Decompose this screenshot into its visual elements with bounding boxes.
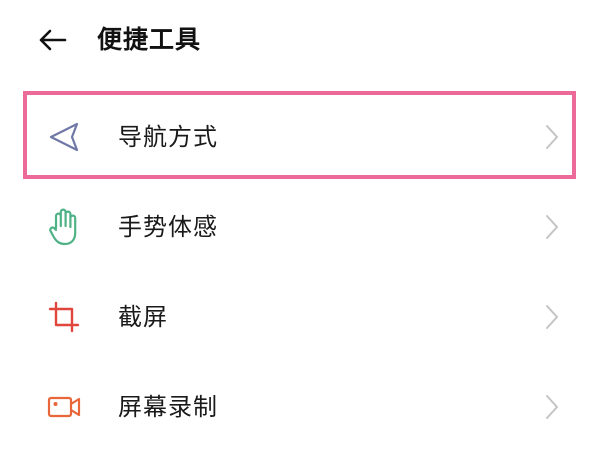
list-item-screenshot[interactable]: 截屏: [0, 272, 600, 362]
list-item-navigation-mode[interactable]: 导航方式: [0, 92, 600, 182]
hand-gesture-icon: [44, 208, 84, 246]
list-item-screen-recording[interactable]: 屏幕录制: [0, 362, 600, 450]
list-item-label: 导航方式: [118, 123, 218, 151]
list-item-gestures[interactable]: 手势体感: [0, 182, 600, 272]
settings-screen: 便捷工具 导航方式 手势体感 截屏 屏幕录制: [0, 0, 600, 450]
arrow-left-icon: [39, 29, 67, 51]
chevron-right-icon: [540, 302, 564, 332]
list-item-label: 截屏: [118, 303, 168, 331]
chevron-right-icon: [540, 392, 564, 422]
navigation-triangle-icon: [44, 119, 84, 155]
crop-icon: [44, 299, 84, 335]
chevron-right-icon: [540, 122, 564, 152]
chevron-right-icon: [540, 212, 564, 242]
list-item-label: 手势体感: [118, 213, 218, 241]
header-bar: 便捷工具: [0, 0, 600, 80]
back-button[interactable]: [30, 22, 74, 58]
settings-list: 导航方式 手势体感 截屏 屏幕录制: [0, 92, 600, 450]
page-title: 便捷工具: [97, 25, 202, 54]
video-camera-icon: [44, 389, 84, 425]
list-item-label: 屏幕录制: [118, 393, 218, 421]
